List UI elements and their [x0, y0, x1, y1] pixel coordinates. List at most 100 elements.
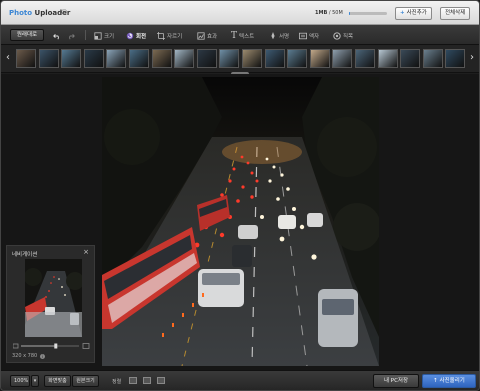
zoom-slider-knob[interactable] [54, 343, 58, 349]
zoom-out-icon [13, 343, 19, 349]
filmstrip-thumbnail[interactable] [242, 49, 262, 68]
quota-used: 1MB [315, 10, 328, 16]
filmstrip-thumbnail[interactable] [129, 49, 149, 68]
title-bar: Photo Uploader ☺ 1MB / 50M + 사진추가 전체삭제 [1, 1, 479, 25]
close-icon: × [83, 248, 89, 256]
filmstrip-thumbnail[interactable] [400, 49, 421, 68]
filmstrip-thumbnail[interactable] [219, 49, 240, 68]
sort-label: 정렬 [112, 379, 122, 385]
filmstrip-next-button[interactable]: › [468, 51, 476, 65]
filmstrip-thumbnail[interactable] [332, 49, 353, 68]
tool-signature-label: 서명 [279, 33, 290, 40]
edit-photo[interactable] [102, 77, 379, 366]
filmstrip-thumbnail[interactable] [151, 49, 172, 68]
filmstrip-thumbnail[interactable] [16, 49, 36, 68]
filmstrip-prev-button[interactable]: ‹ [4, 51, 12, 65]
text-icon: T [231, 30, 238, 41]
frame-icon [299, 32, 307, 39]
storage-quota: 1MB / 50M [315, 10, 343, 16]
signature-icon [271, 31, 275, 39]
add-photo-button[interactable]: + 사진추가 [395, 7, 432, 20]
zoom-in-icon [82, 343, 90, 349]
filmstrip-thumbnail[interactable] [445, 49, 466, 68]
fit-screen-button[interactable]: 화면맞춤 [44, 375, 71, 387]
tool-resize[interactable]: 크기 [94, 30, 114, 41]
tool-signature[interactable]: 서명 [269, 30, 289, 41]
mosaic-icon [333, 31, 341, 40]
navigator-panel: 네비게이션 × 320 x 780 i [6, 245, 95, 363]
crop-icon [157, 31, 165, 40]
image-dimensions-text: 320 x 780 [12, 353, 38, 359]
tool-resize-label: 크기 [104, 33, 115, 40]
app-version-mark: ☺ [61, 9, 68, 16]
add-photo-label: 사진추가 [406, 10, 427, 16]
delete-all-button[interactable]: 전체삭제 [440, 7, 471, 20]
app-title-part1: Photo [9, 9, 33, 17]
navigator-viewport [25, 312, 82, 337]
plus-icon: + [400, 10, 405, 16]
navigator-preview-image [25, 259, 82, 337]
undo-icon [53, 33, 59, 40]
upload-icon: ↑ [433, 378, 438, 384]
tool-rotate-label: 회전 [136, 33, 147, 40]
save-to-pc-button[interactable]: 내 PC저장 [373, 374, 419, 388]
tool-rotate[interactable]: 회전 [126, 30, 146, 41]
info-icon[interactable]: i [40, 353, 46, 359]
filmstrip-thumbnail[interactable] [377, 49, 398, 68]
tool-frame[interactable]: 액자 [299, 30, 319, 41]
quota-total: / 50M [327, 10, 343, 16]
zoom-dropdown-button[interactable]: ▾ [31, 375, 39, 387]
tool-crop-label: 자르기 [167, 33, 183, 40]
upload-photo-button[interactable]: ↑ 사진올리기 [422, 374, 476, 388]
effect-icon [197, 31, 205, 40]
chevron-right-icon: › [470, 52, 474, 63]
photo-filmstrip: ‹ › [1, 45, 479, 73]
filmstrip-thumbnail[interactable] [106, 49, 127, 68]
zoom-slider-fill [21, 345, 56, 347]
zoom-select[interactable]: 100% [10, 375, 30, 387]
filmstrip-thumbnail[interactable] [287, 49, 308, 68]
chevron-left-icon: ‹ [6, 52, 10, 63]
toolbar-divider [85, 30, 86, 40]
filmstrip-thumbnail[interactable] [174, 49, 195, 68]
tool-mosaic[interactable]: 직목 [333, 30, 353, 41]
tool-mosaic-label: 직목 [343, 33, 354, 40]
sort-list-icon[interactable] [129, 377, 137, 384]
sort-grid-icon[interactable] [143, 377, 151, 384]
original-button[interactable]: 원래대로 [10, 29, 44, 41]
undo-button[interactable] [53, 30, 61, 41]
filmstrip-thumbnail[interactable] [355, 49, 375, 68]
tool-effect[interactable]: 효과 [197, 30, 217, 41]
edit-toolbar: 원래대로 크기 회전 자르기 효과 T 텍스트 서명 액자 직목 [1, 25, 479, 45]
quota-fill [349, 12, 351, 15]
navigator-title: 네비게이션 [12, 252, 38, 258]
quota-bar [349, 12, 387, 15]
tool-effect-label: 효과 [207, 33, 218, 40]
rotate-icon [126, 32, 134, 39]
tool-text-label: 텍스트 [239, 33, 255, 40]
filmstrip-thumbnail[interactable] [422, 49, 443, 68]
upload-photo-label: 사진올리기 [439, 378, 465, 384]
tool-crop[interactable]: 자르기 [157, 30, 182, 41]
redo-button[interactable] [67, 30, 75, 41]
night-traffic-photo [102, 77, 379, 366]
navigator-close-button[interactable]: × [83, 248, 89, 256]
filmstrip-thumbnail[interactable] [196, 49, 217, 68]
resize-icon [94, 31, 102, 40]
zoom-slider[interactable] [13, 343, 90, 349]
filmstrip-thumbnail[interactable] [61, 49, 82, 68]
chevron-down-icon: ▾ [33, 378, 37, 384]
filmstrip-thumbnail[interactable] [309, 49, 330, 68]
image-dimensions: 320 x 780 i [12, 353, 46, 359]
actual-size-button[interactable]: 원본크기 [72, 375, 99, 387]
filmstrip-thumbnail[interactable] [83, 49, 104, 68]
sort-large-icon[interactable] [157, 377, 165, 384]
filmstrip-thumbnail[interactable] [38, 49, 59, 68]
tool-frame-label: 액자 [309, 33, 320, 40]
navigator-thumbnail[interactable] [25, 259, 82, 337]
photo-uploader-window: Photo Uploader ☺ 1MB / 50M + 사진추가 전체삭제 원래… [0, 0, 480, 391]
tool-text[interactable]: T 텍스트 [231, 30, 254, 41]
filmstrip-thumbnail[interactable] [264, 49, 285, 68]
redo-icon [69, 33, 75, 40]
bottom-bar: 100% ▾ 화면맞춤 원본크기 정렬 내 PC저장 ↑ 사진올리기 [1, 370, 479, 390]
